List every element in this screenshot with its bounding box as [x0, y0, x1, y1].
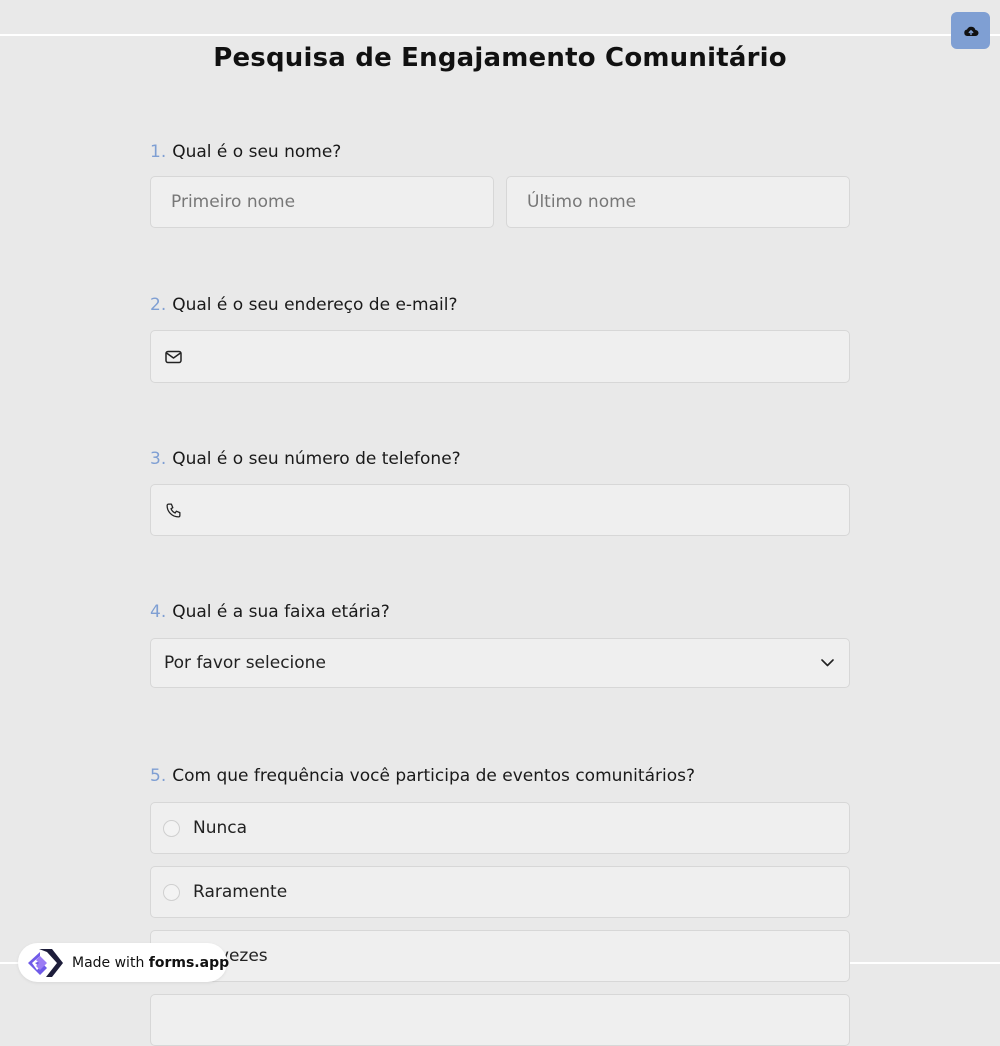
question-number: 3.	[150, 449, 167, 469]
question-3-label: 3. Qual é o seu número de telefone?	[150, 449, 461, 469]
question-number: 2.	[150, 295, 167, 315]
chevron-down-icon	[821, 659, 834, 667]
question-text: Qual é o seu número de telefone?	[172, 449, 461, 469]
question-text: Com que frequência você participa de eve…	[172, 766, 695, 786]
last-name-input[interactable]: Último nome	[506, 176, 850, 228]
option-next[interactable]	[150, 994, 850, 1046]
top-divider	[0, 34, 1000, 36]
question-4-label: 4. Qual é a sua faixa etária?	[150, 602, 390, 622]
forms-app-logo-icon	[26, 946, 66, 980]
badge-text: Made with forms.app	[72, 955, 229, 971]
question-number: 4.	[150, 602, 167, 622]
mail-icon	[165, 350, 182, 364]
badge-brand: forms.app	[148, 954, 230, 971]
age-range-selected: Por favor selecione	[164, 653, 326, 673]
question-2-label: 2. Qual é o seu endereço de e-mail?	[150, 295, 458, 315]
question-text: Qual é o seu nome?	[172, 142, 342, 162]
last-name-placeholder: Último nome	[527, 192, 637, 212]
option-raramente[interactable]: Raramente	[150, 866, 850, 918]
option-label: Raramente	[193, 882, 288, 902]
question-number: 5.	[150, 766, 167, 786]
form-title: Pesquisa de Engajamento Comunitário	[213, 43, 787, 73]
option-label: Nunca	[193, 818, 248, 838]
question-text: Qual é o seu endereço de e-mail?	[172, 295, 458, 315]
question-5-label: 5. Com que frequência você participa de e…	[150, 766, 695, 786]
question-text: Qual é a sua faixa etária?	[172, 602, 390, 622]
radio-button[interactable]	[163, 819, 180, 837]
phone-input[interactable]	[150, 484, 850, 536]
question-1-label: 1. Qual é o seu nome?	[150, 142, 341, 162]
made-with-badge[interactable]: Made with forms.app	[18, 943, 229, 982]
radio-button[interactable]	[163, 883, 180, 901]
first-name-placeholder: Primeiro nome	[171, 192, 296, 212]
first-name-input[interactable]: Primeiro nome	[150, 176, 494, 228]
age-range-select[interactable]: Por favor selecione	[150, 638, 850, 688]
cloud-upload-icon	[963, 25, 979, 37]
badge-prefix: Made with	[72, 954, 145, 971]
email-input[interactable]	[150, 330, 850, 383]
phone-icon	[165, 502, 182, 519]
option-nunca[interactable]: Nunca	[150, 802, 850, 854]
question-number: 1.	[150, 142, 167, 162]
option-as-vezes[interactable]: Às vezes	[150, 930, 850, 982]
